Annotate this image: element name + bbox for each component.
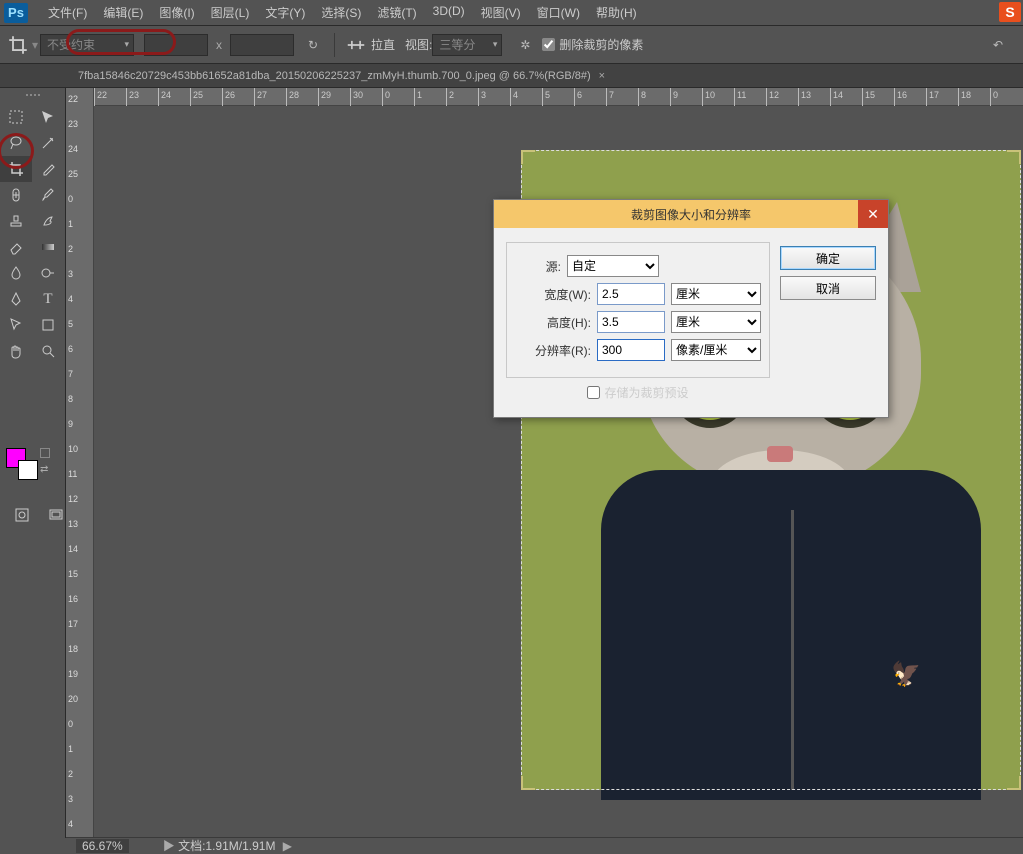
crop-handle-bl[interactable] bbox=[521, 776, 535, 790]
crop-handle-tl[interactable] bbox=[521, 150, 535, 164]
width-input[interactable] bbox=[597, 283, 665, 305]
crop-height-field[interactable] bbox=[230, 34, 294, 56]
width-label: 宽度(W): bbox=[515, 286, 591, 303]
width-unit-select[interactable]: 厘米 bbox=[671, 283, 761, 305]
dialog-titlebar[interactable]: 裁剪图像大小和分辨率 ✕ bbox=[494, 200, 888, 228]
height-input[interactable] bbox=[597, 311, 665, 333]
blur-tool[interactable] bbox=[0, 260, 32, 286]
height-label: 高度(H): bbox=[515, 314, 591, 331]
options-bar: ▾ 不受约束 x ↻ 拉直 视图: 三等分 ✲ 删除裁剪的像素 ↶ bbox=[0, 26, 1023, 64]
gear-icon[interactable]: ✲ bbox=[514, 34, 536, 56]
document-title: 7fba15846c20729c453bb61652a81dba_2015020… bbox=[78, 70, 591, 82]
crop-preset-dropdown[interactable]: 不受约束 bbox=[40, 34, 134, 56]
move-tool[interactable] bbox=[32, 104, 64, 130]
stamp-tool[interactable] bbox=[0, 208, 32, 234]
dialog-close-button[interactable]: ✕ bbox=[858, 200, 888, 228]
res-input[interactable] bbox=[597, 339, 665, 361]
crop-tool-icon bbox=[8, 35, 28, 55]
menu-图像[interactable]: 图像(I) bbox=[151, 0, 202, 25]
pen-tool[interactable] bbox=[0, 286, 32, 312]
swap-colors-icon[interactable]: ⇄ bbox=[40, 464, 48, 475]
view-label: 视图: bbox=[405, 36, 432, 53]
eyedropper-tool[interactable] bbox=[32, 156, 64, 182]
ok-button[interactable]: 确定 bbox=[780, 246, 876, 270]
res-label: 分辨率(R): bbox=[515, 342, 591, 359]
menu-窗口[interactable]: 窗口(W) bbox=[529, 0, 588, 25]
menu-文字[interactable]: 文字(Y) bbox=[257, 0, 313, 25]
horizontal-ruler: 2223242526272829300123456789101112131415… bbox=[94, 88, 1023, 106]
toolbox: T ⇄ bbox=[0, 88, 66, 838]
status-bar: 66.67% ▶ 文档:1.91M/1.91M ▶ bbox=[66, 837, 1023, 853]
refresh-icon[interactable]: ↻ bbox=[302, 34, 324, 56]
crop-size-dialog: 裁剪图像大小和分辨率 ✕ 源: 自定 宽度(W): 厘米 高度(H): 厘米 分… bbox=[493, 199, 889, 418]
crop-handle-tr[interactable] bbox=[1007, 150, 1021, 164]
vertical-ruler: 2223242501234567891011121314151617181920… bbox=[66, 88, 94, 837]
height-unit-select[interactable]: 厘米 bbox=[671, 311, 761, 333]
close-tab-icon[interactable]: × bbox=[599, 70, 605, 82]
menu-3D[interactable]: 3D(D) bbox=[425, 0, 473, 25]
lasso-tool[interactable] bbox=[0, 130, 32, 156]
quickmask-icon[interactable] bbox=[6, 502, 38, 528]
menu-编辑[interactable]: 编辑(E) bbox=[95, 0, 151, 25]
dropdown-caret-icon: ▾ bbox=[32, 38, 38, 52]
reset-icon[interactable]: ↶ bbox=[987, 34, 1009, 56]
cancel-button[interactable]: 取消 bbox=[780, 276, 876, 300]
save-preset-label: 存储为裁剪预设 bbox=[604, 384, 688, 401]
shape-tool[interactable] bbox=[32, 312, 64, 338]
save-preset-checkbox[interactable] bbox=[587, 386, 600, 399]
menu-文件[interactable]: 文件(F) bbox=[40, 0, 95, 25]
marquee-tool[interactable] bbox=[0, 104, 32, 130]
path-select-tool[interactable] bbox=[0, 312, 32, 338]
dodge-tool[interactable] bbox=[32, 260, 64, 286]
crop-handle-br[interactable] bbox=[1007, 776, 1021, 790]
document-tab[interactable]: 7fba15846c20729c453bb61652a81dba_2015020… bbox=[0, 64, 1023, 88]
menu-图层[interactable]: 图层(L) bbox=[203, 0, 258, 25]
doc-size: 文档:1.91M/1.91M bbox=[178, 839, 275, 853]
eraser-tool[interactable] bbox=[0, 234, 32, 260]
gradient-tool[interactable] bbox=[32, 234, 64, 260]
swap-label: x bbox=[216, 38, 222, 52]
source-select[interactable]: 自定 bbox=[567, 255, 659, 277]
brush-tool[interactable] bbox=[32, 182, 64, 208]
history-brush-tool[interactable] bbox=[32, 208, 64, 234]
healing-tool[interactable] bbox=[0, 182, 32, 208]
straighten-icon[interactable] bbox=[345, 34, 367, 56]
type-tool[interactable]: T bbox=[32, 286, 64, 312]
delete-cropped-checkbox[interactable]: 删除裁剪的像素 bbox=[542, 36, 643, 53]
background-swatch[interactable] bbox=[18, 460, 38, 480]
magic-wand-tool[interactable] bbox=[32, 130, 64, 156]
straighten-label: 拉直 bbox=[371, 36, 395, 53]
hand-tool[interactable] bbox=[0, 338, 32, 364]
app-logo: Ps bbox=[4, 3, 28, 23]
zoom-field[interactable]: 66.67% bbox=[76, 839, 129, 853]
res-unit-select[interactable]: 像素/厘米 bbox=[671, 339, 761, 361]
default-colors-icon[interactable] bbox=[40, 448, 50, 458]
menu-帮助[interactable]: 帮助(H) bbox=[588, 0, 645, 25]
crop-tool[interactable] bbox=[0, 156, 32, 182]
crop-width-field[interactable] bbox=[144, 34, 208, 56]
menu-bar: Ps 文件(F)编辑(E)图像(I)图层(L)文字(Y)选择(S)滤镜(T)3D… bbox=[0, 0, 1023, 26]
crop-view-dropdown[interactable]: 三等分 bbox=[432, 34, 502, 56]
source-label: 源: bbox=[515, 258, 561, 275]
ime-indicator[interactable]: S bbox=[999, 2, 1021, 22]
menu-滤镜[interactable]: 滤镜(T) bbox=[369, 0, 424, 25]
menu-选择[interactable]: 选择(S) bbox=[313, 0, 369, 25]
zoom-tool[interactable] bbox=[32, 338, 64, 364]
menu-视图[interactable]: 视图(V) bbox=[473, 0, 529, 25]
